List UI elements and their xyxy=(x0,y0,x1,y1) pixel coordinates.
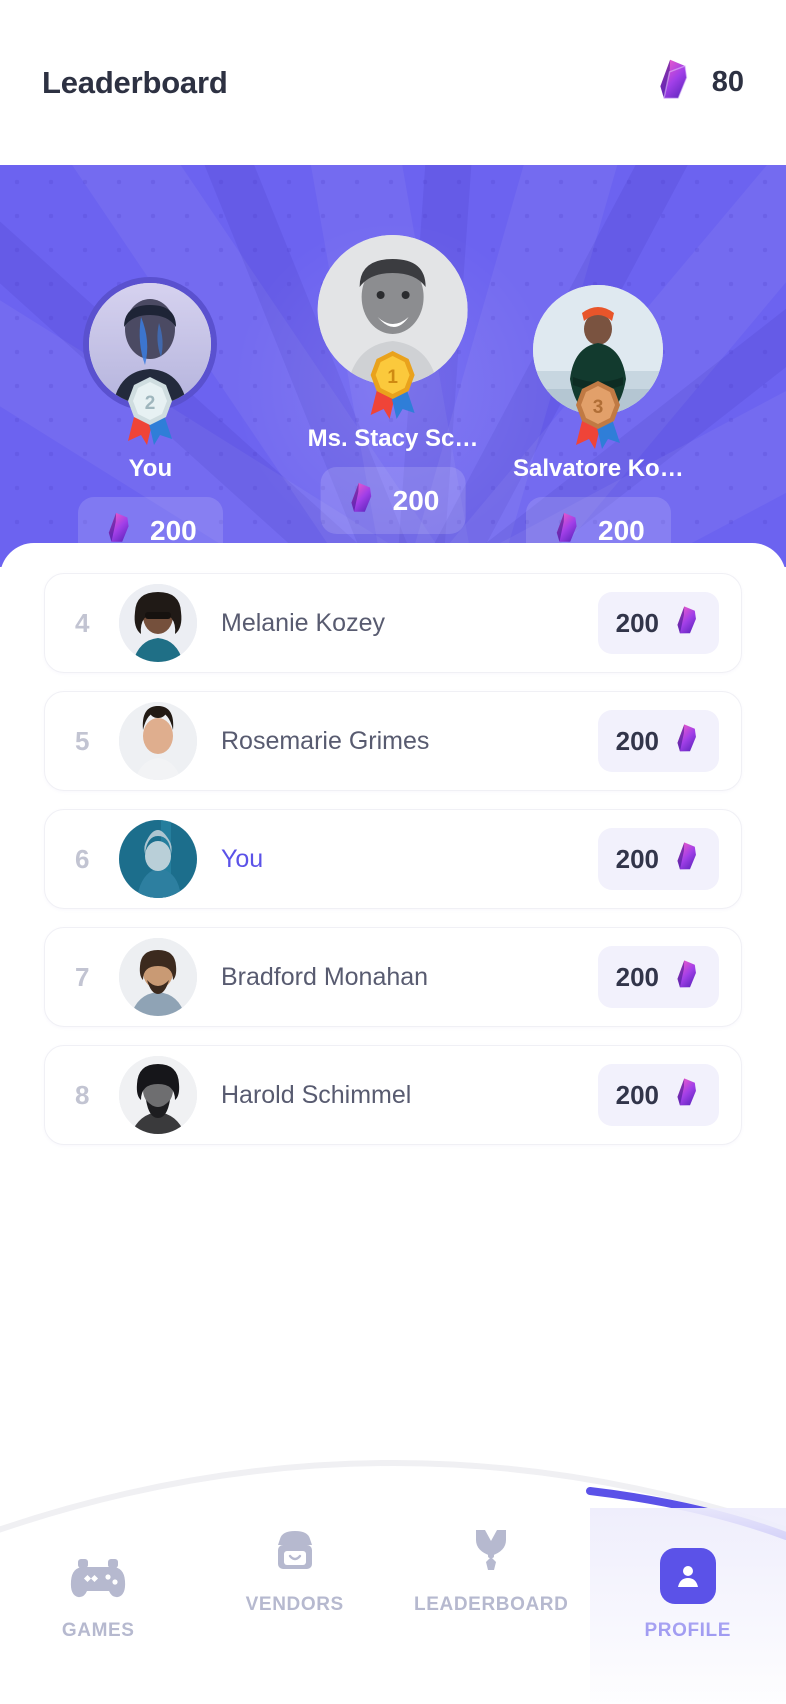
score-value: 200 xyxy=(615,843,659,874)
table-row[interactable]: 8 Harold Schimmel 200 xyxy=(44,1045,742,1145)
player-name: Rosemarie Grimes xyxy=(221,726,430,755)
gem-icon xyxy=(673,604,701,642)
table-row[interactable]: 4 Melanie Kozey 200 xyxy=(44,573,742,673)
score-pill: 200 xyxy=(597,710,719,772)
active-tab-highlight xyxy=(589,1508,786,1704)
bronze-medal-icon: 3 xyxy=(562,373,634,449)
table-row[interactable]: 6 You 200 xyxy=(44,809,742,909)
nav-item-games[interactable]: GAMES xyxy=(0,1400,197,1704)
svg-text:1: 1 xyxy=(388,367,399,388)
podium-name: You xyxy=(128,455,173,482)
player-name: You xyxy=(221,844,264,873)
podium-score: 200 xyxy=(598,514,645,546)
rank: 8 xyxy=(75,1079,90,1110)
gem-icon xyxy=(673,958,701,996)
podium-name: Salvatore Ko… xyxy=(513,455,684,482)
gem-icon xyxy=(673,722,701,760)
svg-text:3: 3 xyxy=(593,397,604,418)
svg-text:2: 2 xyxy=(145,393,156,414)
avatar-wrap: 1 xyxy=(318,235,468,419)
rank: 4 xyxy=(75,607,90,638)
rank: 7 xyxy=(75,961,90,992)
podium-section: 2 You 200 1 Ms. Stacy Sc… 200 3 Salvator… xyxy=(0,165,786,567)
gamepad-icon xyxy=(70,1557,126,1604)
podium-score: 200 xyxy=(150,514,197,546)
podium-score: 200 xyxy=(392,484,440,516)
score-value: 200 xyxy=(615,607,659,638)
nav-item-profile[interactable]: PROFILE xyxy=(589,1400,786,1704)
rank: 5 xyxy=(75,725,90,756)
podium-score-pill: 200 xyxy=(320,467,466,534)
bottom-navigation: GAMES VENDORS LEADERBOARD xyxy=(0,1400,786,1704)
avatar xyxy=(119,1056,197,1134)
podium-name: Ms. Stacy Sc… xyxy=(307,425,479,452)
nav-item-vendors[interactable]: VENDORS xyxy=(197,1400,394,1704)
score-pill: 200 xyxy=(597,946,719,1008)
gem-icon xyxy=(673,840,701,878)
nav-label: VENDORS xyxy=(245,1594,344,1615)
nav-label: GAMES xyxy=(61,1620,135,1641)
nav-label: LEADERBOARD xyxy=(414,1594,569,1615)
score-value: 200 xyxy=(615,961,659,992)
podium-entry-1[interactable]: 1 Ms. Stacy Sc… 200 xyxy=(307,235,479,534)
leaderboard-screen: Leaderboard 80 2 You 200 1 Ms. Stacy Sc…… xyxy=(0,0,786,1704)
score-pill: 200 xyxy=(597,1064,719,1126)
person-icon xyxy=(659,1548,716,1604)
header-balance: 80 xyxy=(654,57,744,108)
storefront-icon xyxy=(272,1527,318,1578)
podium-entry-3[interactable]: 3 Salvatore Ko… 200 xyxy=(513,285,684,564)
podium-entry-2[interactable]: 2 You 200 xyxy=(78,277,223,564)
gem-icon xyxy=(654,57,694,108)
score-pill: 200 xyxy=(597,592,719,654)
avatar xyxy=(119,702,197,780)
avatar xyxy=(119,584,197,662)
player-name: Bradford Monahan xyxy=(221,962,429,991)
table-row[interactable]: 7 Bradford Monahan 200 xyxy=(44,927,742,1027)
silver-medal-icon: 2 xyxy=(114,369,186,445)
avatar-wrap: 3 xyxy=(533,285,664,449)
gold-medal-icon: 1 xyxy=(357,343,429,419)
nav-items: GAMES VENDORS LEADERBOARD xyxy=(0,1400,786,1704)
gem-icon xyxy=(673,1076,701,1114)
score-value: 200 xyxy=(615,1079,659,1110)
player-name: Harold Schimmel xyxy=(221,1080,412,1109)
page-title: Leaderboard xyxy=(42,64,228,100)
table-row[interactable]: 5 Rosemarie Grimes 200 xyxy=(44,691,742,791)
score-pill: 200 xyxy=(597,828,719,890)
avatar xyxy=(119,820,197,898)
medal-icon xyxy=(470,1527,512,1578)
nav-item-leaderboard[interactable]: LEADERBOARD xyxy=(393,1400,590,1704)
avatar-wrap: 2 xyxy=(83,277,218,445)
gem-icon xyxy=(347,480,377,521)
player-name: Melanie Kozey xyxy=(221,608,385,637)
avatar xyxy=(119,938,197,1016)
score-value: 200 xyxy=(615,725,659,756)
rank: 6 xyxy=(75,843,90,874)
header: Leaderboard 80 xyxy=(0,0,786,165)
gem-balance: 80 xyxy=(711,66,744,98)
